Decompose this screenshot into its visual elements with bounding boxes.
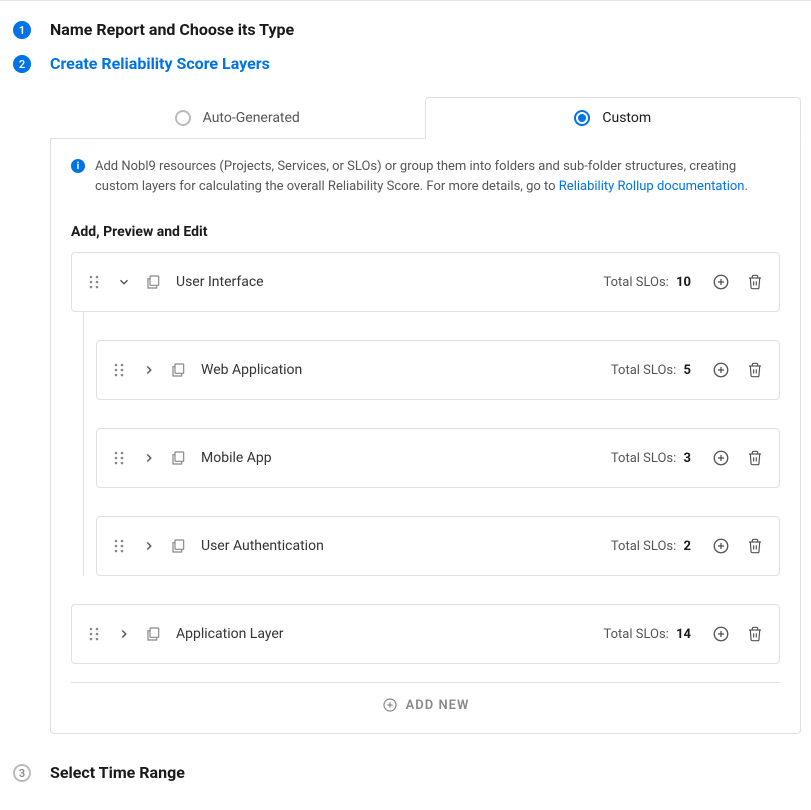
drag-handle-icon[interactable] <box>86 626 102 642</box>
slo-count: Total SLOs: 5 <box>611 363 691 378</box>
layer-list: User Interface Total SLOs: 10 <box>71 252 780 664</box>
folder-icon <box>171 450 187 466</box>
add-child-button[interactable] <box>711 449 731 467</box>
folder-icon <box>171 362 187 378</box>
folder-icon <box>171 538 187 554</box>
radio-custom[interactable] <box>574 110 590 126</box>
add-child-button[interactable] <box>711 537 731 555</box>
chevron-right-icon[interactable] <box>141 539 157 553</box>
add-child-button[interactable] <box>711 625 731 643</box>
drag-handle-icon[interactable] <box>111 538 127 554</box>
drag-handle-icon[interactable] <box>86 274 102 290</box>
step-1-indicator[interactable]: 1 <box>13 21 31 39</box>
section-title: Add, Preview and Edit <box>71 224 780 240</box>
delete-button[interactable] <box>745 538 765 554</box>
custom-layers-panel: i Add Nobl9 resources (Projects, Service… <box>50 139 801 734</box>
add-child-button[interactable] <box>711 361 731 379</box>
add-child-button[interactable] <box>711 273 731 291</box>
tab-custom-label: Custom <box>602 110 651 126</box>
chevron-right-icon[interactable] <box>141 451 157 465</box>
delete-button[interactable] <box>745 362 765 378</box>
drag-handle-icon[interactable] <box>111 362 127 378</box>
slo-count: Total SLOs: 14 <box>603 627 691 642</box>
step-1-number: 1 <box>19 24 25 37</box>
slo-count: Total SLOs: 2 <box>611 539 691 554</box>
layer-row-user-interface[interactable]: User Interface Total SLOs: 10 <box>71 252 780 312</box>
chevron-down-icon[interactable] <box>116 275 132 289</box>
tab-auto-label: Auto-Generated <box>203 110 300 126</box>
plus-circle-icon <box>382 697 398 713</box>
tab-custom[interactable]: Custom <box>425 97 802 139</box>
add-new-label: ADD NEW <box>406 698 470 713</box>
step-1-title[interactable]: Name Report and Choose its Type <box>50 21 801 39</box>
info-icon: i <box>71 159 85 173</box>
folder-icon <box>146 626 162 642</box>
radio-auto-generated[interactable] <box>175 110 191 126</box>
layer-name: User Interface <box>176 274 589 290</box>
step-3-number: 3 <box>19 767 25 780</box>
layer-row-mobile-app[interactable]: Mobile App Total SLOs: 3 <box>96 428 780 488</box>
tab-auto-generated[interactable]: Auto-Generated <box>50 97 425 138</box>
layer-name: Application Layer <box>176 626 589 642</box>
drag-handle-icon[interactable] <box>111 450 127 466</box>
layer-row-user-authentication[interactable]: User Authentication Total SLOs: 2 <box>96 516 780 576</box>
layer-name: User Authentication <box>201 538 597 554</box>
step-3-title[interactable]: Select Time Range <box>50 764 801 782</box>
info-text: Add Nobl9 resources (Projects, Services,… <box>95 157 780 196</box>
layer-row-web-application[interactable]: Web Application Total SLOs: 5 <box>96 340 780 400</box>
step-2-title: Create Reliability Score Layers <box>50 55 801 73</box>
step-2-number: 2 <box>19 58 25 71</box>
chevron-right-icon[interactable] <box>141 363 157 377</box>
delete-button[interactable] <box>745 450 765 466</box>
reliability-docs-link[interactable]: Reliability Rollup documentation <box>559 179 745 194</box>
slo-count: Total SLOs: 10 <box>603 275 691 290</box>
add-new-layer-button[interactable]: ADD NEW <box>71 682 780 713</box>
delete-button[interactable] <box>745 274 765 290</box>
step-2-indicator[interactable]: 2 <box>13 55 31 73</box>
layer-name: Mobile App <box>201 450 597 466</box>
info-banner: i Add Nobl9 resources (Projects, Service… <box>71 157 780 196</box>
delete-button[interactable] <box>745 626 765 642</box>
folder-icon <box>146 274 162 290</box>
chevron-right-icon[interactable] <box>116 627 132 641</box>
layer-name: Web Application <box>201 362 597 378</box>
layer-row-application-layer[interactable]: Application Layer Total SLOs: 14 <box>71 604 780 664</box>
layer-mode-tabs: Auto-Generated Custom <box>50 97 801 139</box>
layer-children: Web Application Total SLOs: 5 <box>83 312 780 576</box>
step-3-indicator[interactable]: 3 <box>13 764 31 782</box>
slo-count: Total SLOs: 3 <box>611 451 691 466</box>
